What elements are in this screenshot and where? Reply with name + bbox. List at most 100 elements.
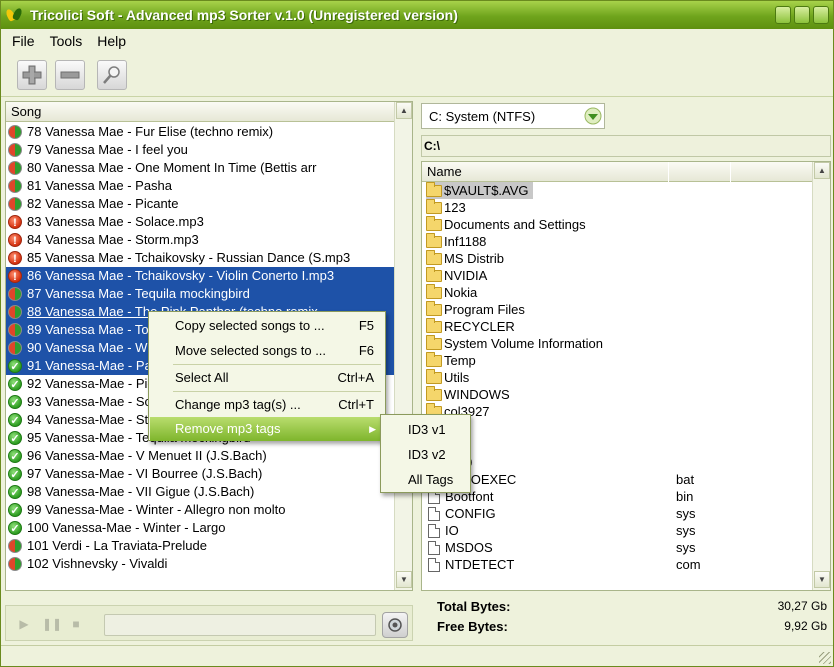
check-status-icon bbox=[8, 430, 22, 448]
file-list-scrollbar[interactable]: ▲ ▼ bbox=[812, 162, 830, 590]
remove-tags-submenu: ID3 v1 ID3 v2 All Tags bbox=[380, 414, 471, 493]
file-extension: bat bbox=[676, 472, 695, 487]
file-name: Program Files bbox=[444, 302, 525, 317]
folder-row[interactable]: opy0 bbox=[422, 453, 812, 471]
song-row[interactable]: 98 Vanessa-Mae - VII Gigue (J.S.Bach) bbox=[6, 483, 394, 502]
file-extension: com bbox=[676, 557, 701, 572]
folder-row[interactable]: RECYCLER bbox=[422, 317, 812, 335]
folder-icon bbox=[426, 368, 442, 384]
menu-item-copy-songs[interactable]: Copy selected songs to ... F5 bbox=[150, 314, 384, 338]
song-row[interactable]: 84 Vanessa Mae - Storm.mp3 bbox=[6, 231, 394, 250]
submenu-item-id3v2[interactable]: ID3 v2 bbox=[408, 447, 446, 462]
play-icon[interactable]: ▶ bbox=[16, 616, 32, 632]
song-row[interactable]: 96 Vanessa-Mae - V Menuet II (J.S.Bach) bbox=[6, 447, 394, 466]
file-row[interactable]: IO sys bbox=[422, 522, 812, 539]
status-bar bbox=[1, 645, 833, 666]
minimize-button[interactable] bbox=[775, 6, 791, 24]
context-menu: Copy selected songs to ... F5 Move selec… bbox=[148, 311, 386, 441]
file-list[interactable]: $VAULT$.AVG 123 Documents and Settings Inf1… bbox=[422, 182, 812, 591]
pause-icon[interactable]: ❚❚ bbox=[42, 616, 62, 632]
file-name: Documents and Settings bbox=[444, 217, 586, 232]
menu-item-label: Copy selected songs to ... bbox=[175, 318, 325, 333]
menu-item-move-songs[interactable]: Move selected songs to ... F6 bbox=[150, 339, 384, 363]
song-row[interactable]: 83 Vanessa Mae - Solace.mp3 bbox=[6, 213, 394, 232]
folder-row[interactable]: WINDOWS bbox=[422, 385, 812, 403]
song-row[interactable]: 78 Vanessa Mae - Fur Elise (techno remix… bbox=[6, 123, 394, 141]
folder-row[interactable]: ad bbox=[422, 436, 812, 454]
stop-icon[interactable]: ■ bbox=[68, 616, 84, 632]
menu-item-remove-tags[interactable]: Remove mp3 tags ▶ bbox=[150, 417, 384, 441]
song-column-header[interactable]: Song bbox=[6, 102, 395, 122]
folder-row[interactable]: System Volume Information bbox=[422, 334, 812, 352]
player-options-button[interactable] bbox=[382, 612, 408, 638]
partial-status-icon bbox=[8, 323, 22, 337]
submenu-item-all-tags[interactable]: All Tags bbox=[408, 472, 453, 487]
menu-file[interactable]: File bbox=[1, 33, 42, 49]
size-column-header[interactable] bbox=[731, 162, 812, 182]
name-column-header[interactable]: Name bbox=[422, 162, 668, 182]
song-title: 101 Verdi - La Traviata-Prelude bbox=[27, 538, 207, 553]
check-status-icon bbox=[8, 412, 22, 430]
menu-help[interactable]: Help bbox=[89, 33, 133, 49]
song-row[interactable]: 101 Verdi - La Traviata-Prelude bbox=[6, 537, 394, 555]
drive-select[interactable]: C: System (NTFS) bbox=[421, 103, 605, 129]
song-row[interactable]: 99 Vanessa-Mae - Winter - Allegro non mo… bbox=[6, 501, 394, 520]
song-row[interactable]: 100 Vanessa-Mae - Winter - Largo bbox=[6, 519, 394, 538]
song-row[interactable]: 82 Vanessa Mae - Picante bbox=[6, 195, 394, 213]
menu-bar: File Tools Help bbox=[1, 29, 833, 53]
folder-row[interactable]: Nokia bbox=[422, 283, 812, 301]
song-title: 98 Vanessa-Mae - VII Gigue (J.S.Bach) bbox=[27, 484, 255, 499]
folder-row[interactable]: NVIDIA bbox=[422, 266, 812, 284]
file-row[interactable]: Bootfont bin bbox=[422, 488, 812, 505]
scroll-up-arrow-icon[interactable]: ▲ bbox=[814, 162, 830, 179]
menu-item-select-all[interactable]: Select All Ctrl+A bbox=[150, 366, 384, 390]
free-bytes-value: 9,92 Gb bbox=[784, 619, 827, 633]
song-row[interactable]: 80 Vanessa Mae - One Moment In Time (Bet… bbox=[6, 159, 394, 177]
song-row[interactable]: 85 Vanessa Mae - Tchaikovsky - Russian D… bbox=[6, 249, 394, 268]
folder-row[interactable]: Inf1188 bbox=[422, 232, 812, 250]
song-row[interactable]: 102 Vishnevsky - Vivaldi bbox=[6, 555, 394, 573]
folder-row[interactable] bbox=[422, 417, 812, 437]
submenu-item-id3v1[interactable]: ID3 v1 bbox=[408, 422, 446, 437]
search-button[interactable] bbox=[97, 60, 127, 90]
folder-icon bbox=[426, 317, 442, 333]
song-row[interactable]: 97 Vanessa-Mae - VI Bourree (J.S.Bach) bbox=[6, 465, 394, 484]
file-name-cell: MS Distrib bbox=[426, 249, 508, 267]
file-row[interactable]: NTDETECT com bbox=[422, 556, 812, 573]
scroll-up-arrow-icon[interactable]: ▲ bbox=[396, 102, 412, 119]
file-name: MS Distrib bbox=[444, 251, 504, 266]
playback-progress-bar[interactable] bbox=[104, 614, 376, 636]
file-row[interactable]: AUTOEXEC bat bbox=[422, 471, 812, 488]
song-row[interactable]: 87 Vanessa Mae - Tequila mockingbird bbox=[6, 285, 394, 303]
file-extension: sys bbox=[676, 506, 696, 521]
resize-grip-icon[interactable] bbox=[819, 652, 831, 664]
folder-row[interactable]: Utils bbox=[422, 368, 812, 386]
song-list-scrollbar[interactable]: ▲ ▼ bbox=[394, 102, 412, 590]
extension-column-header[interactable] bbox=[669, 162, 730, 182]
folder-row[interactable]: Temp bbox=[422, 351, 812, 369]
file-name-cell: CONFIG bbox=[426, 505, 500, 522]
remove-button[interactable] bbox=[55, 60, 85, 90]
file-row[interactable]: CONFIG sys bbox=[422, 505, 812, 522]
scroll-down-arrow-icon[interactable]: ▼ bbox=[814, 571, 830, 588]
folder-row[interactable]: MS Distrib bbox=[422, 249, 812, 267]
menu-tools[interactable]: Tools bbox=[42, 33, 90, 49]
folder-row[interactable]: $VAULT$.AVG bbox=[422, 182, 812, 199]
close-button[interactable] bbox=[813, 6, 829, 24]
song-title: 79 Vanessa Mae - I feel you bbox=[27, 142, 188, 157]
folder-row[interactable]: Documents and Settings bbox=[422, 215, 812, 233]
chevron-down-icon[interactable] bbox=[584, 107, 602, 125]
menu-item-change-tags[interactable]: Change mp3 tag(s) ... Ctrl+T bbox=[150, 393, 384, 417]
song-row[interactable]: 86 Vanessa Mae - Tchaikovsky - Violin Co… bbox=[6, 267, 394, 286]
maximize-button[interactable] bbox=[794, 6, 810, 24]
window-controls bbox=[775, 6, 829, 24]
file-row[interactable]: MSDOS sys bbox=[422, 539, 812, 556]
song-row[interactable]: 79 Vanessa Mae - I feel you bbox=[6, 141, 394, 159]
song-row[interactable]: 81 Vanessa Mae - Pasha bbox=[6, 177, 394, 195]
add-button[interactable] bbox=[17, 60, 47, 90]
folder-row[interactable]: col3927 bbox=[422, 402, 812, 420]
title-bar[interactable]: Tricolici Soft - Advanced mp3 Sorter v.1… bbox=[1, 1, 833, 29]
folder-row[interactable]: 123 bbox=[422, 198, 812, 216]
scroll-down-arrow-icon[interactable]: ▼ bbox=[396, 571, 412, 588]
folder-row[interactable]: Program Files bbox=[422, 300, 812, 318]
